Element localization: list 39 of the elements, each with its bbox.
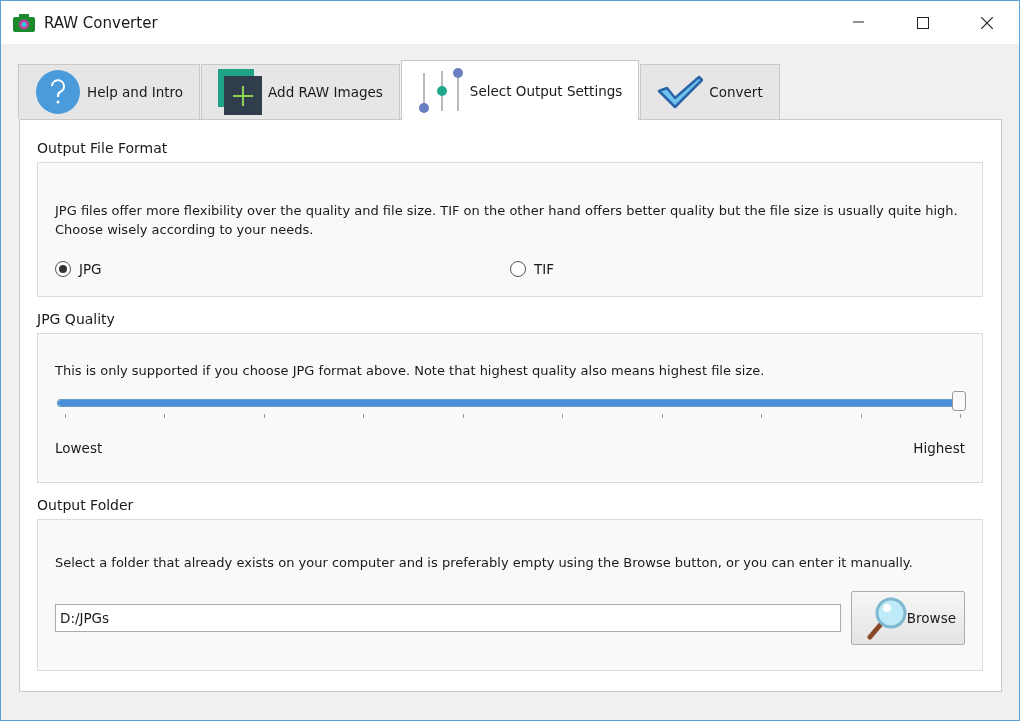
tick-mark — [661, 414, 663, 418]
sliders-icon — [417, 66, 464, 115]
slider-thumb[interactable] — [952, 391, 966, 411]
tick-mark — [65, 414, 66, 418]
description-text: JPG files offer more flexibility over the quality and file size. TIF on the other hand offers better quality but the file size is usually quite high. Choose wisely according to your needs. — [55, 202, 959, 239]
slider-max-label: Highest — [913, 440, 965, 456]
section-title: JPG Quality — [37, 311, 116, 327]
radio-button[interactable] — [55, 261, 71, 277]
magnifier-icon — [866, 596, 907, 640]
slider-min-label: Lowest — [55, 440, 103, 456]
browse-button[interactable]: Browse — [851, 591, 965, 645]
tick-mark — [263, 414, 265, 418]
window-title: RAW Converter — [44, 13, 159, 32]
tick-mark — [959, 414, 961, 418]
tick-mark — [363, 414, 365, 418]
tick-mark — [860, 414, 862, 418]
tab[interactable]: Add RAW Images — [201, 64, 400, 119]
folder-path-field[interactable]: D:/JPGs — [55, 604, 841, 632]
radio-button[interactable] — [510, 261, 526, 277]
tick-mark — [761, 414, 763, 418]
add-image-icon — [218, 69, 263, 115]
camera-icon — [13, 13, 35, 32]
maximize-icon[interactable] — [917, 16, 929, 29]
help-icon — [35, 69, 81, 115]
section-title: Output File Format — [37, 140, 169, 156]
checkmark-icon — [657, 75, 704, 109]
tab[interactable]: Help and Intro — [18, 64, 201, 119]
tab[interactable]: Select Output Settings — [400, 60, 640, 120]
section-title: Output Folder — [37, 497, 135, 513]
tick-mark — [562, 414, 564, 418]
tick-mark — [462, 414, 464, 418]
radio-label[interactable]: JPG — [79, 261, 102, 277]
close-icon[interactable] — [981, 16, 993, 29]
tab[interactable]: Convert — [640, 64, 780, 119]
description-text: Select a folder that already exists on your computer and is preferably empty using the Browse button, or you can enter it manually. — [55, 554, 914, 572]
description-text: This is only supported if you choose JPG format above. Note that highest quality also means highest file size. — [55, 362, 766, 380]
radio-label[interactable]: TIF — [534, 261, 554, 277]
tick-mark — [164, 414, 166, 418]
slider[interactable] — [55, 392, 965, 414]
